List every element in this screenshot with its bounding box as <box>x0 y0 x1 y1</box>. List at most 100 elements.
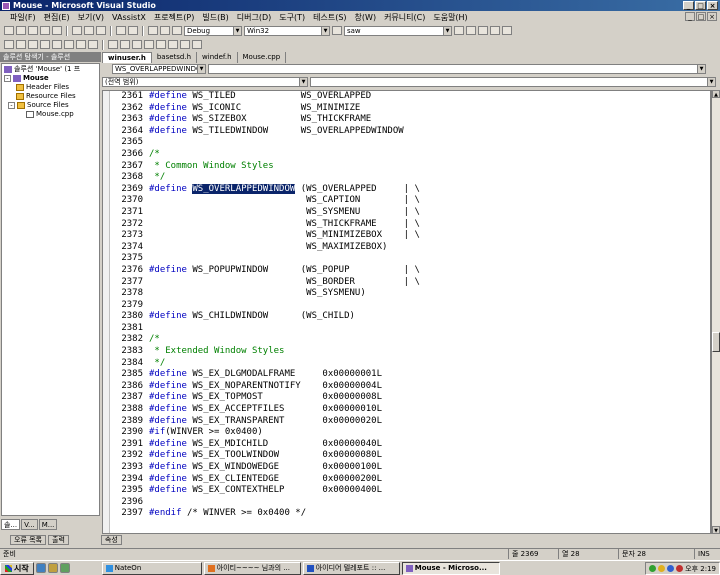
task-visual-studio[interactable]: Mouse - Microso... <box>401 561 500 575</box>
copy-icon[interactable] <box>84 26 94 35</box>
open-icon[interactable] <box>28 26 38 35</box>
menu-view[interactable]: 보기(V) <box>74 12 108 23</box>
task-browser[interactable]: 아이디어 텔레포트 :: ... <box>302 561 400 575</box>
menu-project[interactable]: 프로젝트(P) <box>150 12 199 23</box>
folder-resource-files[interactable]: Resource Files <box>16 92 76 101</box>
code-line[interactable]: 2364 #define WS_TILEDWINDOW WS_OVERLAPPED… <box>112 126 420 138</box>
code-line[interactable]: 2380 #define WS_CHILDWINDOW (WS_CHILD) <box>112 311 420 323</box>
code-line[interactable]: 2362 #define WS_ICONIC WS_MINIMIZE <box>112 103 420 115</box>
uncomment-icon[interactable] <box>144 40 154 49</box>
code-line[interactable]: 2379 <box>112 300 420 312</box>
code-line[interactable]: 2370 WS_CAPTION | \ <box>112 195 420 207</box>
code-line[interactable]: 2361 #define WS_TILED WS_OVERLAPPED <box>112 91 420 103</box>
collapse-toggle[interactable]: - <box>4 75 11 82</box>
open-file-icon[interactable] <box>4 40 14 49</box>
symbol-select[interactable]: WS_OVERLAPPEDWINDOW ▼ <box>112 64 206 74</box>
tab-vassist[interactable]: V... <box>21 519 38 530</box>
clear-bookmarks-icon[interactable] <box>192 40 202 49</box>
code-line[interactable]: 2390 #if(WINVER >= 0x0400) <box>112 427 420 439</box>
rename-icon[interactable] <box>76 40 86 49</box>
save-all-icon[interactable] <box>52 26 62 35</box>
bookmark-icon[interactable] <box>156 40 166 49</box>
outdent-icon[interactable] <box>120 40 130 49</box>
tray-antivirus-icon[interactable] <box>676 565 684 572</box>
menu-window[interactable]: 창(W) <box>351 12 381 23</box>
project-node[interactable]: - Mouse <box>4 74 49 83</box>
code-line[interactable]: 2383 * Extended Window Styles <box>112 346 420 358</box>
minimize-button[interactable]: _ <box>683 1 694 10</box>
explorer-icon[interactable] <box>47 563 58 573</box>
undo-icon[interactable] <box>116 26 126 35</box>
code-line[interactable]: 2363 #define WS_SIZEBOX WS_THICKFRAME <box>112 114 420 126</box>
cut-icon[interactable] <box>72 26 82 35</box>
go-to-definition-icon[interactable] <box>40 40 50 49</box>
menu-edit[interactable]: 편집(E) <box>40 12 74 23</box>
doc-close-button[interactable]: × <box>707 12 717 21</box>
menu-help[interactable]: 도움말(H) <box>429 12 471 23</box>
code-line[interactable]: 2372 WS_THICKFRAME | \ <box>112 219 420 231</box>
desktop-icon[interactable] <box>59 563 70 573</box>
folder-header-files[interactable]: Header Files <box>16 83 69 92</box>
next-bookmark-icon[interactable] <box>180 40 190 49</box>
code-line[interactable]: 2385 #define WS_EX_DLGMODALFRAME 0x000000… <box>112 369 420 381</box>
code-line[interactable]: 2388 #define WS_EX_ACCEPTFILES 0x00000010… <box>112 404 420 416</box>
scroll-down-icon[interactable]: ▼ <box>712 526 720 534</box>
find-in-files-icon[interactable] <box>332 26 342 35</box>
tab-solution-explorer[interactable]: 솔... <box>1 519 21 530</box>
file-mouse-cpp[interactable]: Mouse.cpp <box>26 110 74 119</box>
object-browser-icon[interactable] <box>478 26 488 35</box>
code-line[interactable]: 2397 #endif /* WINVER >= 0x0400 */ <box>112 508 420 520</box>
menu-tools[interactable]: 도구(T) <box>275 12 309 23</box>
configuration-select[interactable]: Debug ▼ <box>184 25 242 36</box>
add-item-icon[interactable] <box>16 26 26 35</box>
tab-winuser-h[interactable]: winuser.h <box>102 52 152 63</box>
close-button[interactable]: × <box>707 1 718 10</box>
maximize-button[interactable]: □ <box>695 1 706 10</box>
menu-build[interactable]: 빌드(B) <box>198 12 232 23</box>
tab-properties[interactable]: 속성 <box>100 535 122 545</box>
vertical-scrollbar[interactable]: ▲ ▼ <box>711 90 720 534</box>
doc-restore-button[interactable]: □ <box>696 12 706 21</box>
solution-explorer-icon[interactable] <box>454 26 464 35</box>
forward-icon[interactable] <box>64 40 74 49</box>
code-text-area[interactable]: 2361 #define WS_TILED WS_OVERLAPPED 2362 #d… <box>102 90 711 534</box>
code-line[interactable]: 2371 WS_SYSMENU | \ <box>112 207 420 219</box>
scope-select[interactable]: (전역 범위) ▼ <box>102 77 308 87</box>
task-nateon[interactable]: NateOn <box>101 561 202 575</box>
code-line[interactable]: 2365 <box>112 137 420 149</box>
tray-network-icon[interactable] <box>649 565 657 572</box>
code-line[interactable]: 2395 #define WS_EX_CONTEXTHELP 0x00000400… <box>112 485 420 497</box>
code-line[interactable]: 2368 */ <box>112 172 420 184</box>
code-line[interactable]: 2377 WS_BORDER | \ <box>112 277 420 289</box>
doc-minimize-button[interactable]: _ <box>685 12 695 21</box>
code-line[interactable]: 2366 /* <box>112 149 420 161</box>
new-project-icon[interactable] <box>4 26 14 35</box>
code-line[interactable]: 2391 #define WS_EX_MDICHILD 0x00000040L <box>112 439 420 451</box>
font-icon[interactable] <box>88 40 98 49</box>
folder-source-files[interactable]: - Source Files <box>8 101 69 110</box>
tab-windef-h[interactable]: windef.h <box>197 52 238 63</box>
properties-icon[interactable] <box>466 26 476 35</box>
menu-test[interactable]: 테스트(S) <box>309 12 350 23</box>
find-combo[interactable]: saw ▼ <box>344 25 452 36</box>
menu-community[interactable]: 커뮤니티(C) <box>380 12 429 23</box>
code-line[interactable]: 2387 #define WS_EX_TOPMOST 0x00000008L <box>112 392 420 404</box>
code-line[interactable]: 2392 #define WS_EX_TOOLWINDOW 0x00000080L <box>112 450 420 462</box>
tab-error-list[interactable]: 오류 목록 <box>10 535 46 545</box>
code-line[interactable]: 2369 #define WS_OVERLAPPEDWINDOW (WS_OVER… <box>112 183 420 196</box>
start-debug-icon[interactable] <box>172 26 182 35</box>
code-line[interactable]: 2373 WS_MINIMIZEBOX | \ <box>112 230 420 242</box>
paste-icon[interactable] <box>96 26 106 35</box>
code-line[interactable]: 2378 WS_SYSMENU) <box>112 288 420 300</box>
member-select[interactable]: ▼ <box>208 64 706 74</box>
back-icon[interactable] <box>52 40 62 49</box>
code-line[interactable]: 2374 WS_MAXIMIZEBOX) <box>112 242 420 254</box>
code-line[interactable]: 2396 <box>112 497 420 509</box>
menu-file[interactable]: 파일(F) <box>6 12 40 23</box>
find-symbol-icon[interactable] <box>16 40 26 49</box>
prev-bookmark-icon[interactable] <box>168 40 178 49</box>
tray-volume-icon[interactable] <box>667 565 675 572</box>
code-line[interactable]: 2367 * Common Window Styles <box>112 161 420 173</box>
menu-vassistx[interactable]: VAssistX <box>108 13 150 22</box>
code-line[interactable]: 2389 #define WS_EX_TRANSPARENT 0x00000020… <box>112 416 420 428</box>
